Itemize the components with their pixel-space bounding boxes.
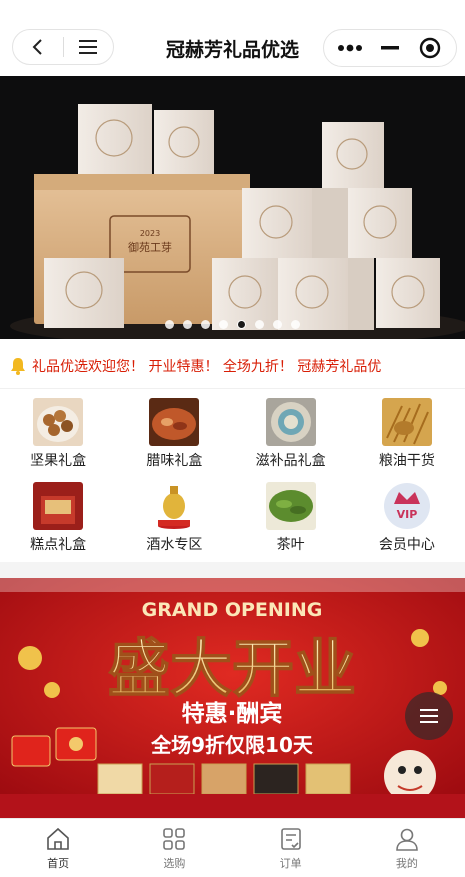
tab-label: 订单 <box>279 856 302 870</box>
floating-menu-button[interactable] <box>405 692 453 740</box>
category-liquor[interactable]: 酒水专区 <box>116 476 232 556</box>
target-close-icon <box>419 37 441 59</box>
order-icon <box>280 827 301 850</box>
banner-carousel[interactable]: 御苑工芽 2023 <box>0 76 465 339</box>
carousel-dot[interactable] <box>219 320 228 329</box>
box-label-text: 御苑工芽 <box>128 240 172 254</box>
nav-capsule-left <box>12 29 114 65</box>
category-grain[interactable]: 粮油干货 <box>349 392 465 472</box>
nav-capsule-right <box>323 29 457 67</box>
category-grid: 坚果礼盒 腊味礼盒 滋补品礼盒 粮油干货 糕点礼盒 酒水专区 茶叶 VIP 会员… <box>0 392 465 556</box>
category-label: 粮油干货 <box>378 453 435 469</box>
grand-opening-artwork: GRAND OPENING 盛大开业 特惠·酬宾 全场9折仅限10天 <box>0 578 465 818</box>
category-tea[interactable]: 茶叶 <box>233 476 349 556</box>
category-label: 茶叶 <box>276 537 305 553</box>
nuts-image <box>33 398 84 446</box>
cured-meat-image <box>149 398 200 446</box>
home-icon <box>47 827 69 850</box>
carousel-dot[interactable] <box>255 320 264 329</box>
tonic-image <box>265 398 316 446</box>
promo-subline: 特惠·酬宾 <box>182 700 283 727</box>
grid-icon <box>163 827 186 850</box>
hamburger-icon <box>79 40 98 54</box>
grain-image <box>381 398 432 446</box>
pastry-image <box>33 482 84 530</box>
category-tonic[interactable]: 滋补品礼盒 <box>233 392 349 472</box>
top-navigation-bar: 冠赫芳礼品优选 <box>0 0 465 76</box>
carousel-dot-active[interactable] <box>237 320 246 329</box>
tab-shop[interactable]: 选购 <box>116 819 232 877</box>
category-label: 会员中心 <box>378 537 435 553</box>
hamburger-icon <box>420 709 438 723</box>
liquor-image <box>149 482 200 530</box>
back-button[interactable] <box>13 30 63 64</box>
promo-headline: 盛大开业 <box>108 632 356 705</box>
grand-opening-promo-banner[interactable]: GRAND OPENING 盛大开业 特惠·酬宾 全场9折仅限10天 <box>0 578 465 818</box>
tab-label: 选购 <box>163 856 186 870</box>
more-button[interactable] <box>331 32 369 64</box>
user-icon <box>396 828 418 851</box>
carousel-dot[interactable] <box>291 320 300 329</box>
notice-text: 礼品优选欢迎您！ 开业特惠！ 全场九折！ 冠赫芳礼品优 <box>32 358 382 375</box>
close-miniprogram-button[interactable] <box>411 32 449 64</box>
box-year-text: 2023 <box>140 229 160 238</box>
section-divider <box>0 562 465 578</box>
tea-gift-box-photo: 御苑工芽 2023 <box>0 76 465 339</box>
category-pastry[interactable]: 糕点礼盒 <box>0 476 116 556</box>
carousel-dot[interactable] <box>183 320 192 329</box>
category-label: 腊味礼盒 <box>146 453 203 469</box>
tea-image <box>265 482 316 530</box>
tab-home[interactable]: 首页 <box>0 819 116 877</box>
minimize-icon <box>381 46 399 50</box>
vip-badge-text: VIP <box>397 508 418 521</box>
bottom-tab-bar: 首页 选购 订单 我的 <box>0 818 465 877</box>
minimize-button[interactable] <box>371 32 409 64</box>
carousel-indicators <box>0 320 465 329</box>
carousel-dot[interactable] <box>273 320 282 329</box>
bell-icon <box>0 357 30 375</box>
category-nuts[interactable]: 坚果礼盒 <box>0 392 116 472</box>
vip-crown-image: VIP <box>382 482 432 530</box>
grand-opening-text: GRAND OPENING <box>142 599 323 621</box>
tab-profile[interactable]: 我的 <box>349 819 465 877</box>
category-label: 滋补品礼盒 <box>255 453 326 469</box>
notice-bar[interactable]: 礼品优选欢迎您！ 开业特惠！ 全场九折！ 冠赫芳礼品优 <box>0 343 465 389</box>
carousel-dot[interactable] <box>201 320 210 329</box>
tab-orders[interactable]: 订单 <box>233 819 349 877</box>
category-label: 糕点礼盒 <box>30 537 87 553</box>
tab-label: 首页 <box>47 856 70 870</box>
category-label: 酒水专区 <box>146 537 203 553</box>
menu-button[interactable] <box>63 30 113 64</box>
category-label: 坚果礼盒 <box>30 453 87 469</box>
more-dots-icon <box>338 44 362 52</box>
back-arrow-icon <box>32 39 42 55</box>
category-vip[interactable]: VIP 会员中心 <box>349 476 465 556</box>
tab-label: 我的 <box>395 856 418 870</box>
promo-offer: 全场9折仅限10天 <box>150 733 314 757</box>
category-cured-meat[interactable]: 腊味礼盒 <box>116 392 232 472</box>
carousel-dot[interactable] <box>165 320 174 329</box>
